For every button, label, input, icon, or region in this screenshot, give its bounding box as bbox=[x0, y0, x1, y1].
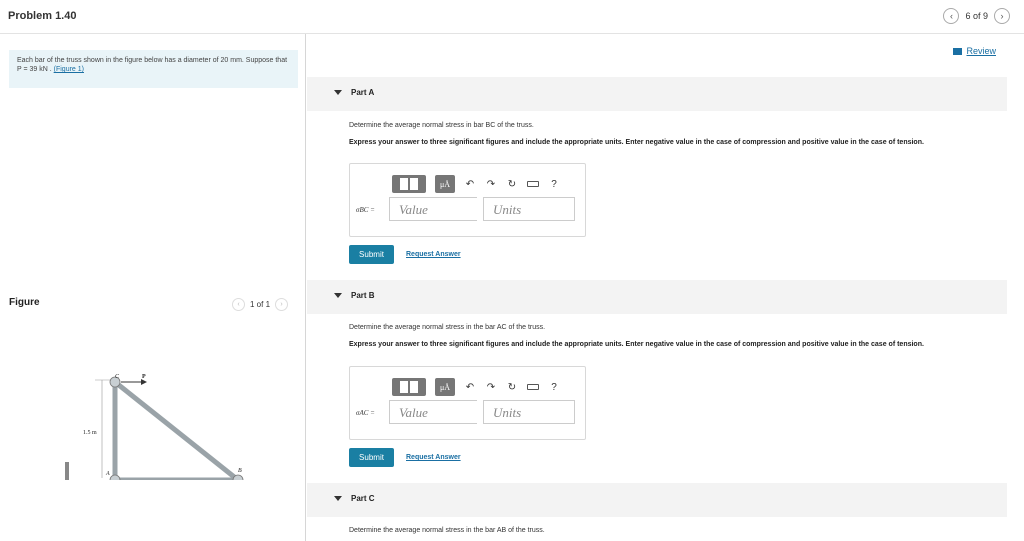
wall-post bbox=[65, 462, 69, 480]
keyboard-icon[interactable] bbox=[527, 384, 539, 390]
page-indicator: 6 of 9 bbox=[965, 11, 988, 21]
part-b-header[interactable]: Part B bbox=[307, 280, 1007, 314]
chevron-right-icon: › bbox=[280, 301, 283, 308]
chevron-right-icon: › bbox=[1000, 11, 1004, 21]
next-problem-button[interactable]: › bbox=[994, 8, 1010, 24]
part-a-units-input[interactable]: Units bbox=[483, 197, 575, 221]
label-a: A bbox=[105, 471, 110, 477]
part-a-title: Part A bbox=[351, 88, 375, 97]
truss-figure: C P A B 1.5 m 2 m bbox=[65, 374, 244, 480]
label-p: P bbox=[142, 374, 146, 380]
part-a-value-input[interactable]: Value bbox=[389, 197, 477, 221]
part-a-submit-button[interactable]: Submit bbox=[349, 245, 394, 264]
chevron-down-icon bbox=[334, 496, 342, 501]
templates-button[interactable] bbox=[392, 378, 426, 396]
help-icon[interactable]: ? bbox=[548, 382, 560, 393]
reset-icon[interactable]: ↻ bbox=[506, 179, 518, 190]
top-bar: Problem 1.40 ‹ 6 of 9 › bbox=[0, 0, 1024, 34]
part-b-answer-box: μÅ ↶ ↷ ↻ ? σAC = Value Units bbox=[349, 366, 586, 440]
redo-icon[interactable]: ↷ bbox=[485, 179, 497, 190]
bar-bc bbox=[113, 380, 240, 480]
units-symbol-button[interactable]: μÅ bbox=[435, 175, 455, 193]
joint-a bbox=[109, 474, 121, 480]
part-b-question: Determine the average normal stress in t… bbox=[349, 324, 546, 331]
problem-title: Problem 1.40 bbox=[8, 10, 77, 22]
part-a-toolbar: μÅ ↶ ↷ ↻ ? bbox=[392, 175, 560, 193]
part-b-request-answer-link[interactable]: Request Answer bbox=[406, 454, 461, 461]
figure-pager-text: 1 of 1 bbox=[250, 300, 271, 309]
redo-icon[interactable]: ↷ bbox=[485, 382, 497, 393]
undo-icon[interactable]: ↶ bbox=[464, 179, 476, 190]
part-b-value-input[interactable]: Value bbox=[389, 400, 477, 424]
keyboard-icon[interactable] bbox=[527, 181, 539, 187]
part-c-header[interactable]: Part C bbox=[307, 483, 1007, 517]
chevron-left-icon: ‹ bbox=[237, 301, 240, 308]
part-b-units-input[interactable]: Units bbox=[483, 400, 575, 424]
help-icon[interactable]: ? bbox=[548, 179, 560, 190]
problem-statement: Each bar of the truss shown in the figur… bbox=[9, 50, 298, 88]
chevron-down-icon bbox=[334, 90, 342, 95]
part-b-submit-button[interactable]: Submit bbox=[349, 448, 394, 467]
undo-icon[interactable]: ↶ bbox=[464, 382, 476, 393]
part-c-title: Part C bbox=[351, 494, 375, 503]
review-label: Review bbox=[966, 46, 996, 56]
part-a-request-answer-link[interactable]: Request Answer bbox=[406, 251, 461, 258]
part-a-question: Determine the average normal stress in b… bbox=[349, 122, 534, 129]
label-b: B bbox=[238, 468, 242, 474]
part-a-answer-box: μÅ ↶ ↷ ↻ ? σBC = Value Units bbox=[349, 163, 586, 237]
label-height: 1.5 m bbox=[83, 430, 97, 436]
part-a-instruction: Express your answer to three significant… bbox=[349, 139, 924, 146]
templates-button[interactable] bbox=[392, 175, 426, 193]
figure-label: Figure bbox=[9, 297, 40, 308]
figure-link[interactable]: (Figure 1) bbox=[54, 66, 84, 73]
part-b-toolbar: μÅ ↶ ↷ ↻ ? bbox=[392, 378, 560, 396]
units-symbol-button[interactable]: μÅ bbox=[435, 378, 455, 396]
prev-problem-button[interactable]: ‹ bbox=[943, 8, 960, 24]
part-a-symbol: σBC = bbox=[356, 206, 375, 214]
chevron-down-icon bbox=[334, 293, 342, 298]
book-icon bbox=[953, 47, 963, 55]
figure-prev-button[interactable]: ‹ bbox=[232, 298, 245, 311]
part-b-instruction: Express your answer to three significant… bbox=[349, 341, 924, 348]
chevron-left-icon: ‹ bbox=[949, 11, 953, 21]
part-c-question: Determine the average normal stress in t… bbox=[349, 527, 545, 534]
reset-icon[interactable]: ↻ bbox=[506, 382, 518, 393]
review-link[interactable]: Review bbox=[953, 46, 996, 56]
part-b-title: Part B bbox=[351, 291, 375, 300]
part-b-symbol: σAC = bbox=[356, 409, 375, 417]
problem-nav: ‹ 6 of 9 › bbox=[943, 8, 1010, 24]
figure-next-button[interactable]: › bbox=[275, 298, 289, 311]
figure-pager: ‹ 1 of 1 › bbox=[232, 298, 289, 311]
part-a-header[interactable]: Part A bbox=[307, 77, 1007, 111]
